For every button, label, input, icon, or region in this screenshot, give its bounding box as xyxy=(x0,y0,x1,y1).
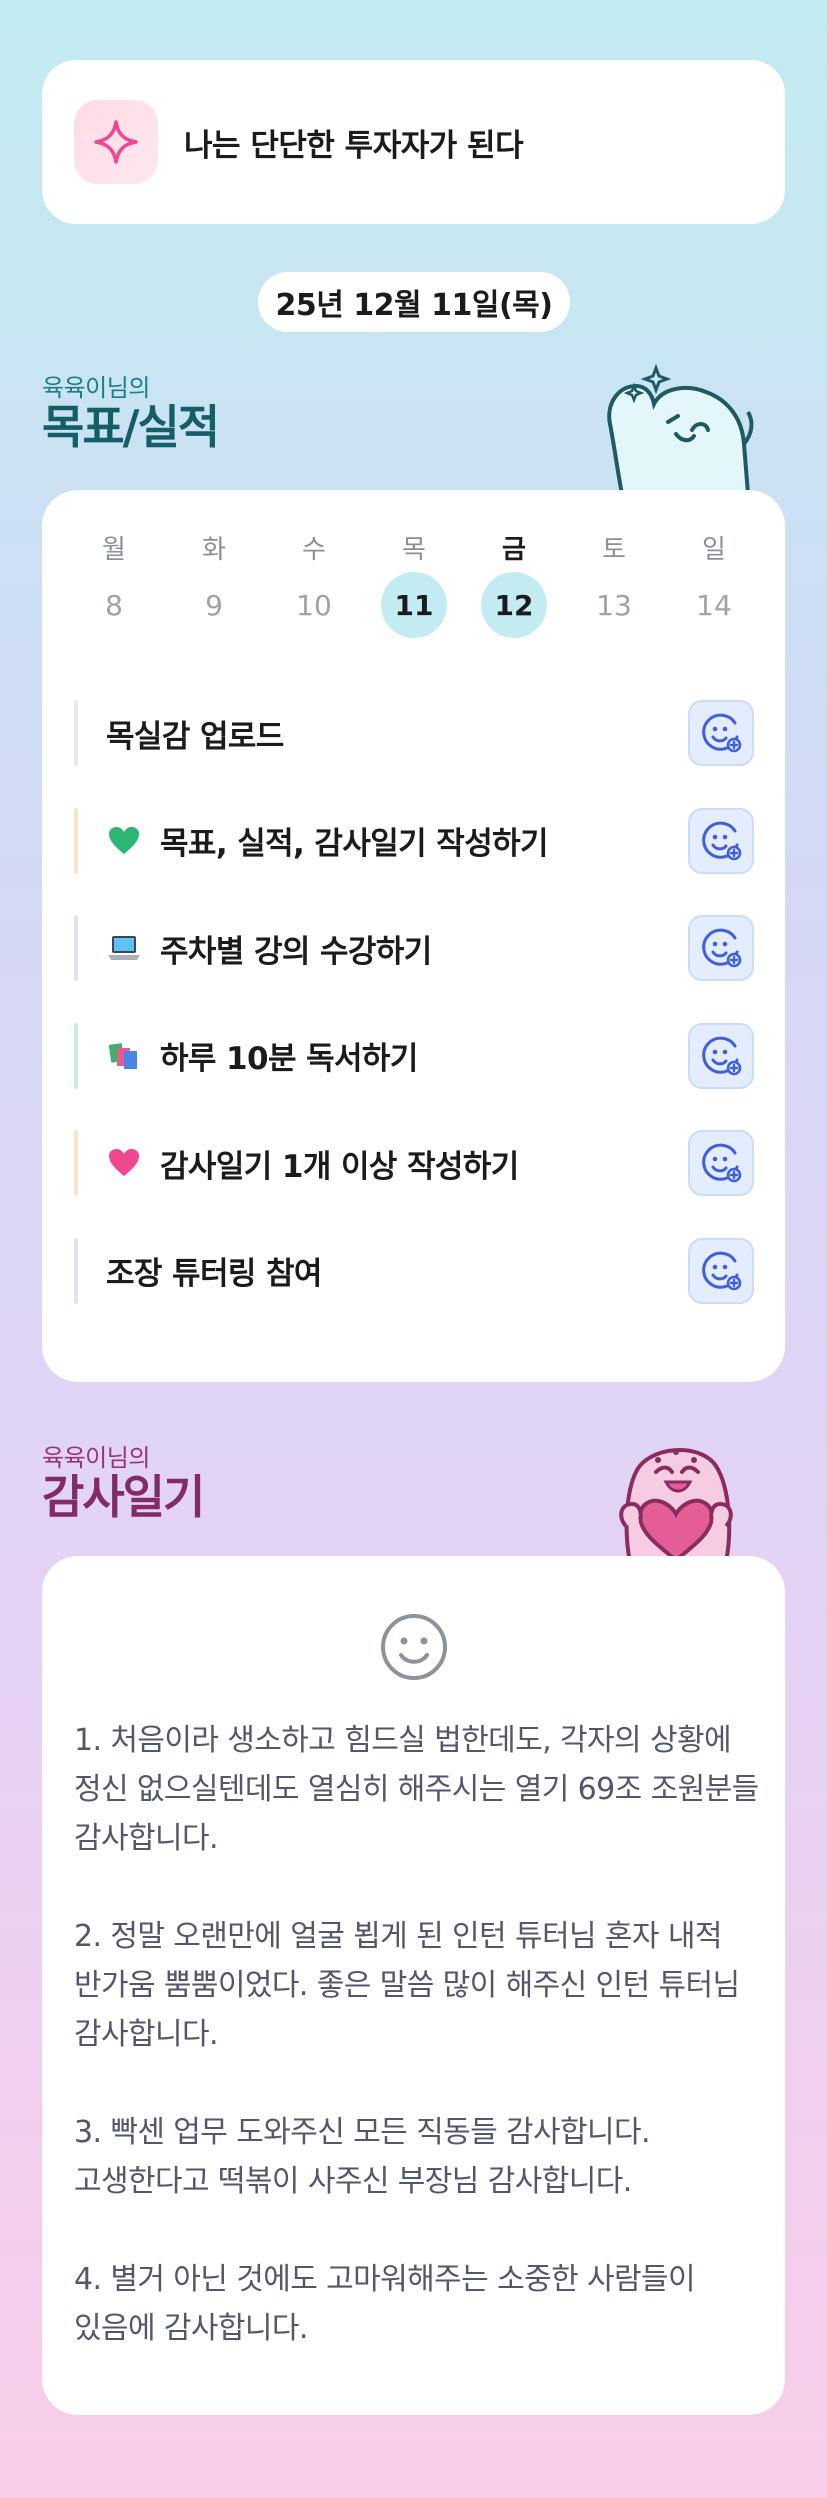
goals-section-title: 목표/실적 xyxy=(42,400,220,454)
weekday-label: 목 xyxy=(402,534,426,565)
day-cell: 12 xyxy=(464,572,564,638)
task-row[interactable]: 감사일기 1개 이상 작성하기 xyxy=(74,1130,754,1196)
weekday-label: 일 xyxy=(702,534,726,565)
weekday-label: 금 xyxy=(502,534,526,565)
add-reaction-button[interactable] xyxy=(688,700,754,766)
add-reaction-button[interactable] xyxy=(688,807,754,874)
day-cell: 10 xyxy=(264,572,364,638)
task-color-bar xyxy=(74,807,78,874)
heart-mascot-illustration xyxy=(596,1432,756,1566)
pink-heart-icon xyxy=(106,1145,142,1181)
task-color-bar xyxy=(74,1237,78,1304)
task-label: 주차별 강의 수강하기 xyxy=(160,933,432,970)
task-color-bar xyxy=(74,915,78,981)
task-label: 감사일기 1개 이상 작성하기 xyxy=(160,1148,519,1185)
weekday-label: 토 xyxy=(602,534,626,565)
diary-card: 1. 처음이라 생소하고 힘드실 법한데도, 각자의 상황에 정신 없으실텐데도… xyxy=(42,1556,785,2415)
day-number-8[interactable]: 8 xyxy=(81,572,147,638)
goals-section-header: 육육이님의 목표/실적 xyxy=(42,368,220,454)
goal-text: 나는 단단한 투자자가 된다 xyxy=(184,127,524,164)
day-cell: 9 xyxy=(164,572,264,638)
weekday-label: 월 xyxy=(102,534,126,565)
task-label: 하루 10분 독서하기 xyxy=(160,1041,418,1077)
task-color-bar xyxy=(74,1130,78,1196)
books-icon xyxy=(106,1038,142,1074)
diary-section-title: 감사일기 xyxy=(42,1470,205,1524)
diary-text: 1. 처음이라 생소하고 힘드실 법한데도, 각자의 상황에 정신 없으실텐데도… xyxy=(74,1723,759,2346)
day-number-12[interactable]: 12 xyxy=(481,572,547,638)
task-label: 목표, 실적, 감사일기 작성하기 xyxy=(160,826,549,862)
day-cell: 13 xyxy=(564,572,664,638)
day-number-13[interactable]: 13 xyxy=(581,572,647,638)
laptop-icon xyxy=(106,930,142,966)
task-row[interactable]: 하루 10분 독서하기 xyxy=(74,1022,754,1089)
smiley-face-icon[interactable] xyxy=(379,1612,449,1686)
smiley-add-icon xyxy=(699,926,743,970)
add-reaction-button[interactable] xyxy=(688,1130,754,1196)
goal-card[interactable]: 나는 단단한 투자자가 된다 xyxy=(42,60,785,224)
task-color-bar xyxy=(74,700,78,766)
task-row[interactable]: 목실감 업로드 xyxy=(74,700,754,766)
diary-section-header: 육육이님의 감사일기 xyxy=(42,1438,205,1524)
goals-section-subtitle: 육육이님의 xyxy=(42,374,150,402)
day-cell: 11 xyxy=(364,572,464,638)
day-number-11[interactable]: 11 xyxy=(381,572,447,638)
ghost-mascot-illustration xyxy=(596,363,756,498)
date-label[interactable]: 25년 12월 11일(목) xyxy=(258,272,570,332)
task-row[interactable]: 목표, 실적, 감사일기 작성하기 xyxy=(74,807,754,874)
goals-card: 월 화 수 목 금 토 일 8 9 10 11 12 13 14 목실감 업로드목표, 실적, 감사일기… xyxy=(42,490,785,1382)
green-heart-icon xyxy=(106,823,142,859)
task-row[interactable]: 조장 튜터링 참여 xyxy=(74,1237,754,1304)
weekday-label: 수 xyxy=(302,534,326,565)
diary-section-subtitle: 육육이님의 xyxy=(42,1444,150,1472)
smiley-add-icon xyxy=(699,819,743,863)
week-calendar: 월 화 수 목 금 토 일 8 9 10 11 12 13 14 xyxy=(64,532,764,638)
task-label: 조장 튜터링 참여 xyxy=(106,1256,322,1292)
day-number-10[interactable]: 10 xyxy=(281,572,347,638)
add-reaction-button[interactable] xyxy=(688,1022,754,1089)
add-reaction-button[interactable] xyxy=(688,915,754,981)
smiley-add-icon xyxy=(699,1249,743,1293)
smiley-add-icon xyxy=(699,711,743,755)
smiley-add-icon xyxy=(699,1034,743,1078)
day-cell: 14 xyxy=(664,572,764,638)
task-color-bar xyxy=(74,1022,78,1089)
smiley-add-icon xyxy=(699,1141,743,1185)
day-number-9[interactable]: 9 xyxy=(181,572,247,638)
task-label: 목실감 업로드 xyxy=(106,718,284,755)
task-row[interactable]: 주차별 강의 수강하기 xyxy=(74,915,754,981)
day-number-14[interactable]: 14 xyxy=(681,572,747,638)
add-reaction-button[interactable] xyxy=(688,1237,754,1304)
weekday-label: 화 xyxy=(202,534,226,565)
day-cell: 8 xyxy=(64,572,164,638)
sparkle-icon xyxy=(74,100,158,184)
